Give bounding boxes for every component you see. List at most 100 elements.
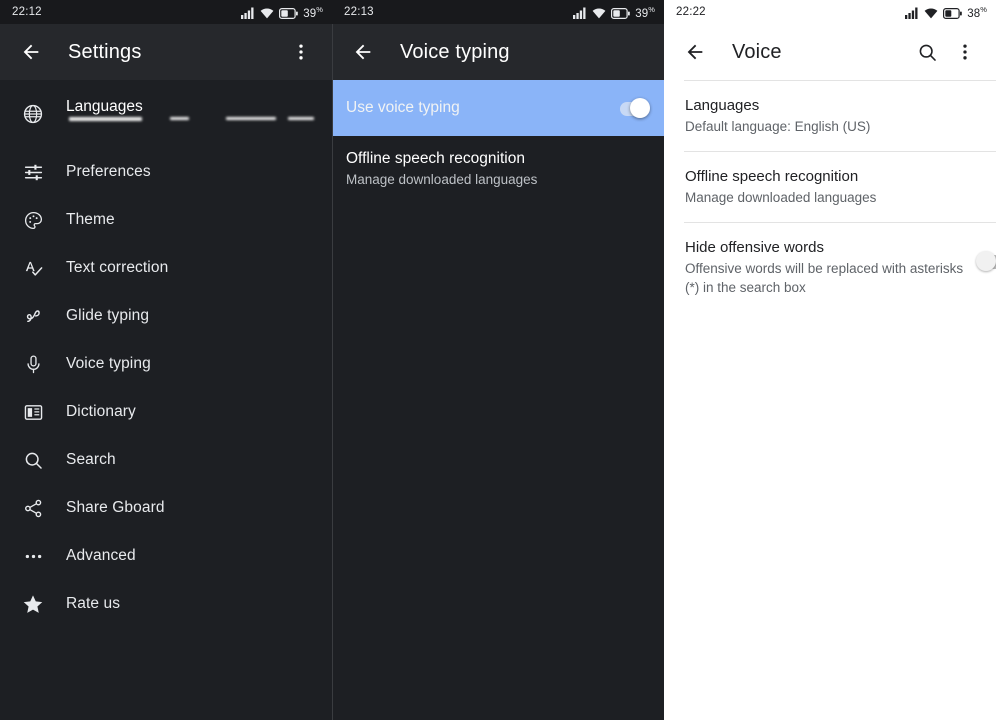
search-icon bbox=[919, 44, 936, 61]
row-title: Languages bbox=[685, 97, 760, 114]
redacted-subtitle-3 bbox=[226, 117, 276, 120]
sidebar-item-label: Glide typing bbox=[66, 307, 150, 324]
screenshot-triptych: 22:12 39% Settings Languages Preferences… bbox=[0, 0, 996, 720]
app-bar-settings: Settings bbox=[0, 24, 332, 80]
redacted-subtitle-2 bbox=[170, 117, 189, 120]
battery-icon bbox=[279, 8, 299, 20]
battery-value: 39 bbox=[303, 7, 317, 20]
row-subtitle: Manage downloaded languages bbox=[685, 190, 877, 205]
microphone-icon bbox=[20, 354, 46, 375]
panel-voice-light: 22:22 38% Voice Languages Default langua… bbox=[664, 0, 996, 720]
gesture-icon bbox=[20, 306, 46, 327]
sidebar-item-rate-us[interactable]: Rate us bbox=[0, 580, 332, 628]
status-bar-icons: 39% bbox=[241, 5, 323, 20]
wifi-icon bbox=[924, 8, 938, 19]
percent-sign: % bbox=[648, 4, 655, 14]
row-text-block: Hide offensive words Offensive words wil… bbox=[685, 237, 976, 297]
more-horiz-icon bbox=[20, 546, 46, 567]
share-icon bbox=[20, 498, 46, 519]
search-button[interactable] bbox=[908, 33, 946, 71]
sidebar-item-label: Advanced bbox=[66, 547, 136, 564]
toggle-thumb bbox=[976, 251, 996, 271]
sidebar-item-voice-typing[interactable]: Voice typing bbox=[0, 340, 332, 388]
battery-icon bbox=[943, 8, 963, 20]
signal-icon bbox=[241, 7, 254, 20]
row-label: Use voice typing bbox=[346, 99, 460, 116]
wifi-icon bbox=[260, 8, 274, 19]
row-title: Hide offensive words bbox=[685, 239, 824, 256]
spellcheck-icon bbox=[20, 258, 46, 279]
row-languages[interactable]: Languages Default language: English (US) bbox=[664, 81, 996, 151]
sidebar-item-languages[interactable]: Languages bbox=[0, 80, 332, 148]
sidebar-item-label: Theme bbox=[66, 211, 115, 228]
panel-settings: 22:12 39% Settings Languages Preferences… bbox=[0, 0, 332, 720]
battery-value: 38 bbox=[967, 7, 981, 20]
percent-sign: % bbox=[980, 4, 987, 14]
sidebar-item-label: Rate us bbox=[66, 595, 121, 612]
row-text-block: Languages Default language: English (US) bbox=[685, 95, 976, 136]
redacted-subtitle-4 bbox=[288, 117, 314, 120]
sidebar-item-advanced[interactable]: Advanced bbox=[0, 532, 332, 580]
status-bar: 22:13 39% bbox=[332, 0, 664, 24]
row-hide-offensive-words[interactable]: Hide offensive words Offensive words wil… bbox=[664, 223, 996, 312]
sidebar-item-label: Voice typing bbox=[66, 355, 151, 372]
redacted-subtitle-1 bbox=[69, 117, 142, 121]
sidebar-item-label: Share Gboard bbox=[66, 499, 165, 516]
back-button[interactable] bbox=[344, 33, 382, 71]
battery-percentage: 39% bbox=[303, 5, 323, 20]
voice-typing-list: Use voice typing Offline speech recognit… bbox=[332, 80, 664, 203]
row-subtitle: Manage downloaded languages bbox=[346, 172, 538, 187]
sidebar-item-label: Dictionary bbox=[66, 403, 136, 420]
page-title: Voice bbox=[732, 40, 782, 63]
sidebar-item-share-gboard[interactable]: Share Gboard bbox=[0, 484, 332, 532]
app-bar-voice-typing: Voice typing bbox=[332, 24, 664, 80]
overflow-menu-button[interactable] bbox=[946, 33, 984, 71]
sidebar-item-text-correction[interactable]: Text correction bbox=[0, 244, 332, 292]
row-offline-speech-recognition[interactable]: Offline speech recognition Manage downlo… bbox=[332, 136, 664, 203]
tune-icon bbox=[20, 162, 46, 183]
panel-divider-left bbox=[332, 0, 333, 720]
overflow-menu-button[interactable] bbox=[282, 33, 320, 71]
status-bar-clock: 22:12 bbox=[12, 6, 42, 18]
row-title: Offline speech recognition bbox=[346, 150, 525, 167]
signal-icon bbox=[573, 7, 586, 20]
back-button[interactable] bbox=[12, 33, 50, 71]
page-title: Settings bbox=[68, 40, 142, 63]
page-title: Voice typing bbox=[400, 40, 510, 63]
settings-list: Languages Preferences Theme Text correct… bbox=[0, 80, 332, 628]
sidebar-item-search[interactable]: Search bbox=[0, 436, 332, 484]
battery-percentage: 39% bbox=[635, 5, 655, 20]
row-title: Offline speech recognition bbox=[685, 168, 859, 185]
sidebar-item-label: Text correction bbox=[66, 259, 169, 276]
sidebar-item-label: Languages bbox=[66, 98, 143, 115]
sidebar-item-theme[interactable]: Theme bbox=[0, 196, 332, 244]
sidebar-item-label: Search bbox=[66, 451, 116, 468]
percent-sign: % bbox=[316, 4, 323, 14]
row-use-voice-typing[interactable]: Use voice typing bbox=[332, 80, 664, 136]
signal-icon bbox=[905, 7, 918, 20]
more-vert-icon bbox=[299, 44, 303, 60]
search-icon bbox=[20, 450, 46, 471]
row-subtitle: Offensive words will be replaced with as… bbox=[685, 261, 964, 295]
more-vert-icon bbox=[963, 44, 967, 60]
status-bar-clock: 22:13 bbox=[344, 6, 374, 18]
sidebar-item-dictionary[interactable]: Dictionary bbox=[0, 388, 332, 436]
row-offline-speech-recognition[interactable]: Offline speech recognition Manage downlo… bbox=[664, 152, 996, 222]
languages-text-block: Languages bbox=[66, 98, 332, 123]
status-bar-clock: 22:22 bbox=[676, 6, 706, 18]
arrow-back-icon bbox=[687, 44, 703, 60]
app-bar-voice: Voice bbox=[664, 24, 996, 80]
toggle-thumb bbox=[630, 98, 650, 118]
globe-icon bbox=[20, 103, 46, 125]
use-voice-typing-toggle[interactable] bbox=[616, 98, 650, 118]
status-bar-icons: 39% bbox=[573, 5, 655, 20]
panel-voice-typing: 22:13 39% Voice typing Use voice typing … bbox=[332, 0, 664, 720]
star-icon bbox=[20, 593, 46, 615]
status-bar: 22:22 38% bbox=[664, 0, 996, 24]
battery-value: 39 bbox=[635, 7, 649, 20]
arrow-back-icon bbox=[23, 44, 39, 60]
back-button[interactable] bbox=[676, 33, 714, 71]
sidebar-item-glide-typing[interactable]: Glide typing bbox=[0, 292, 332, 340]
sidebar-item-preferences[interactable]: Preferences bbox=[0, 148, 332, 196]
row-subtitle: Default language: English (US) bbox=[685, 119, 871, 134]
